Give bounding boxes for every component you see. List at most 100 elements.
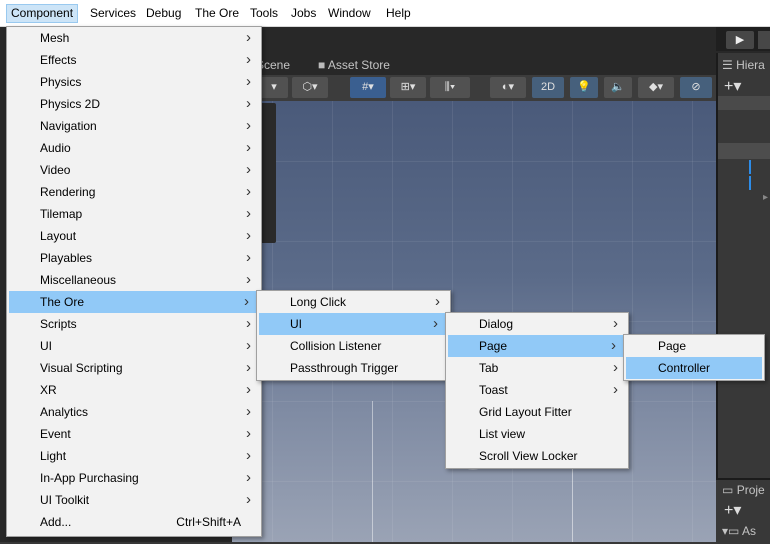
component-menu-item-effects[interactable]: Effects › [7, 49, 261, 71]
the-ore-menu-item-label: Long Click [290, 295, 347, 309]
menu-window[interactable]: Window [324, 4, 375, 23]
list-icon: ☰ [722, 58, 733, 72]
component-menu-item-label: Audio [40, 141, 71, 155]
the-ore-menu-item-passthrough-trigger[interactable]: Passthrough Trigger [257, 357, 450, 379]
chevron-right-icon: › [246, 381, 251, 398]
menu-component[interactable]: Component [6, 4, 79, 23]
chevron-right-icon: › [246, 425, 251, 442]
grid-snap-icon[interactable]: #▾ [350, 77, 386, 98]
visibility-icon[interactable]: ⊘ [680, 77, 712, 98]
the-ore-submenu: Long Click › UI › Collision Listener Passthro… [256, 290, 451, 381]
2d-toggle[interactable]: 2D [532, 77, 564, 98]
tool-palette[interactable] [260, 103, 276, 243]
component-menu-item-mesh[interactable]: Mesh › [7, 27, 261, 49]
component-menu-item-visual-scripting[interactable]: Visual Scripting › [7, 357, 261, 379]
component-menu-item-scripts[interactable]: Scripts › [7, 313, 261, 335]
component-menu-item-rendering[interactable]: Rendering › [7, 181, 261, 203]
hierarchy-row[interactable] [718, 143, 770, 159]
menu-bar: Component Services Debug The Ore Tools J… [0, 0, 770, 27]
ui-menu-item-label: Grid Layout Fitter [479, 405, 572, 419]
component-menu-item-label: Mesh [40, 31, 70, 45]
component-menu-item-the-ore[interactable]: The Ore › [9, 291, 259, 313]
component-menu-item-label: Navigation [40, 119, 97, 133]
folder-icon: ▭ [722, 483, 734, 497]
component-menu-item-physics-2d[interactable]: Physics 2D › [7, 93, 261, 115]
tab-asset-store[interactable]: ■ Asset Store [318, 56, 390, 74]
assets-folder[interactable]: ▾▭ As [722, 524, 756, 538]
lighting-icon[interactable]: 💡 [570, 77, 598, 98]
page-menu-item-controller[interactable]: Controller [626, 357, 762, 379]
prefab-marker [749, 160, 751, 174]
ui-menu-item-dialog[interactable]: Dialog › [446, 313, 628, 335]
component-menu-item-tilemap[interactable]: Tilemap › [7, 203, 261, 225]
scene-root-row[interactable] [718, 96, 770, 110]
play-button[interactable]: ▶ [726, 31, 754, 49]
component-menu-item-label: Visual Scripting [40, 361, 123, 375]
effects-icon[interactable]: ◆▾ [638, 77, 674, 98]
component-menu-item-label: Physics 2D [40, 97, 101, 111]
ui-menu-item-scroll-view-locker[interactable]: Scroll View Locker [446, 445, 628, 467]
component-menu-item-navigation[interactable]: Navigation › [7, 115, 261, 137]
component-menu-item-layout[interactable]: Layout › [7, 225, 261, 247]
expand-arrow-icon[interactable]: ▸ [763, 192, 768, 203]
component-menu-item-physics[interactable]: Physics › [7, 71, 261, 93]
chevron-right-icon: › [613, 381, 618, 398]
page-menu-item-page[interactable]: Page [624, 335, 764, 357]
project-add-icon[interactable]: +▾ [724, 500, 741, 520]
component-menu-item-ui-toolkit[interactable]: UI Toolkit › [7, 489, 261, 511]
the-ore-menu-item-ui[interactable]: UI › [259, 313, 448, 335]
ui-menu-item-list-view[interactable]: List view [446, 423, 628, 445]
hierarchy-title[interactable]: ☰ Hiera [722, 58, 765, 72]
menu-the-ore[interactable]: The Ore [191, 4, 243, 23]
audio-icon[interactable]: 🔈 [604, 77, 632, 98]
chevron-right-icon: › [613, 359, 618, 376]
draw-mode-icon[interactable]: ◐▾ [490, 77, 526, 98]
ui-menu-item-toast[interactable]: Toast › [446, 379, 628, 401]
component-menu-item-miscellaneous[interactable]: Miscellaneous › [7, 269, 261, 291]
the-ore-menu-item-label: Collision Listener [290, 339, 382, 353]
cube-icon[interactable]: ⬡▾ [292, 77, 328, 98]
component-menu-item-playables[interactable]: Playables › [7, 247, 261, 269]
component-menu-item-event[interactable]: Event › [7, 423, 261, 445]
menu-help[interactable]: Help [382, 4, 415, 23]
ui-submenu: Dialog › Page › Tab › Toast › Grid Layout Fitter… [445, 312, 629, 469]
ui-menu-item-label: Dialog [479, 317, 514, 331]
grid-line [232, 241, 716, 242]
component-menu-item-light[interactable]: Light › [7, 445, 261, 467]
ruler-icon[interactable]: ⫼▾ [430, 77, 470, 98]
chevron-right-icon: › [246, 227, 251, 244]
scene-toolbar: ▾ ⬡▾ #▾ ⊞▾ ⫼▾ ◐▾ 2D 💡 🔈 ◆▾ ⊘ [232, 75, 716, 101]
ui-menu-item-label: Toast [479, 383, 508, 397]
menu-debug[interactable]: Debug [142, 4, 185, 23]
ui-menu-item-grid-layout-fitter[interactable]: Grid Layout Fitter [446, 401, 628, 423]
grid-line [232, 481, 716, 482]
component-menu-item-audio[interactable]: Audio › [7, 137, 261, 159]
shading-dropdown[interactable]: ▾ [260, 77, 288, 98]
tab-asset-store-label: Asset Store [327, 58, 390, 72]
menu-services[interactable]: Services [86, 4, 140, 23]
pause-button[interactable] [758, 31, 770, 49]
menu-tools[interactable]: Tools [246, 4, 282, 23]
component-menu-item-analytics[interactable]: Analytics › [7, 401, 261, 423]
ui-menu-item-tab[interactable]: Tab › [446, 357, 628, 379]
component-menu-item-label: Add... [40, 515, 72, 529]
the-ore-menu-item-label: UI [290, 317, 302, 331]
the-ore-menu-item-label: Passthrough Trigger [290, 361, 399, 375]
component-menu-item-ui[interactable]: UI › [7, 335, 261, 357]
ui-menu-item-label: Page [479, 339, 508, 353]
component-menu-item-xr[interactable]: XR › [7, 379, 261, 401]
component-menu-item-add[interactable]: Add... Ctrl+Shift+A [7, 511, 261, 533]
add-icon[interactable]: +▾ [724, 76, 741, 96]
chevron-right-icon: › [246, 205, 251, 222]
ui-menu-item-page[interactable]: Page › [448, 335, 626, 357]
menu-jobs[interactable]: Jobs [287, 4, 320, 23]
component-menu-item-video[interactable]: Video › [7, 159, 261, 181]
component-menu-item-in-app-purchasing[interactable]: In-App Purchasing › [7, 467, 261, 489]
the-ore-menu-item-long-click[interactable]: Long Click › [257, 291, 450, 313]
the-ore-menu-item-collision-listener[interactable]: Collision Listener [257, 335, 450, 357]
hierarchy-panel [716, 53, 770, 542]
component-menu-item-label: In-App Purchasing [40, 471, 139, 485]
component-menu-item-label: Rendering [40, 185, 96, 199]
project-title[interactable]: ▭ Proje [722, 483, 765, 497]
grid-icon[interactable]: ⊞▾ [390, 77, 426, 98]
